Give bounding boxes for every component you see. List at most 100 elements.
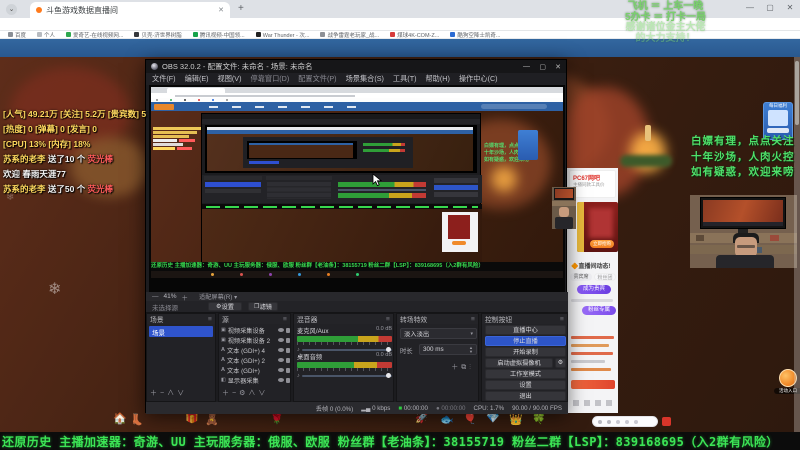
obs-close-icon[interactable]: ✕ — [555, 63, 561, 71]
source-row[interactable]: ◧ 显示器采集 — [221, 375, 290, 385]
zoom-in-icon[interactable]: ＋ — [182, 292, 189, 302]
volume-slider[interactable] — [301, 373, 392, 378]
visibility-icon[interactable] — [278, 378, 284, 382]
source-row[interactable]: ▣ 视频采集设备 — [221, 325, 290, 335]
menu-file[interactable]: 文件(F) — [152, 74, 176, 84]
studio-mode-button[interactable]: 工作室模式 — [485, 369, 566, 379]
lock-icon[interactable] — [286, 367, 290, 373]
start-recording-button[interactable]: 开始录制 — [485, 347, 566, 357]
visibility-icon[interactable] — [278, 348, 284, 352]
bookmark-item[interactable]: War Thunder - 次... — [255, 31, 309, 39]
gift-icon[interactable]: 🎈 — [463, 414, 477, 425]
window-maximize-button[interactable]: ▢ — [762, 3, 778, 12]
transition-toolbar-icons[interactable]: ＋⧉⋮ — [451, 362, 474, 372]
source-row[interactable]: A 文本 (GDI+) 2 — [221, 355, 290, 365]
stop-streaming-button[interactable]: 停止直播 — [485, 336, 566, 346]
lock-icon[interactable] — [286, 357, 290, 363]
visibility-icon[interactable] — [278, 358, 284, 362]
gift-icon[interactable]: 💎 — [486, 413, 500, 424]
transition-select[interactable]: 淡入淡出 ▾ — [400, 328, 477, 339]
obs-minimize-icon[interactable]: — — [523, 63, 530, 70]
browser-tab[interactable]: 斗鱼游戏数据直播间 ✕ — [30, 2, 230, 18]
gift-icon[interactable]: 👢 — [130, 415, 144, 426]
gift-icon[interactable]: 🚀 — [415, 413, 429, 424]
announcement-badge[interactable] — [571, 380, 615, 389]
visibility-icon[interactable] — [278, 328, 284, 332]
fit-screen-dropdown[interactable]: 适配屏幕(R) ▾ — [199, 292, 237, 301]
menu-scene-collection[interactable]: 场景集合(S) — [346, 74, 384, 84]
panel-menu-icon[interactable]: ≡ — [560, 316, 564, 323]
obs-preview[interactable]: 白嫖有理，点点关注 十年沙场，人肉火控 如有疑惑，欢迎来唠 还原历史 主播加速器… — [149, 85, 565, 292]
fan-exclusive-button[interactable]: 粉丝专属 — [582, 306, 616, 315]
visibility-icon[interactable] — [278, 368, 284, 372]
slider-handle[interactable] — [386, 373, 391, 378]
panel-menu-icon[interactable]: ≡ — [283, 316, 287, 323]
sidebar-toolbar-icons[interactable] — [573, 400, 613, 406]
bookmark-item[interactable]: 战争雷霆老玩家_战... — [320, 31, 379, 39]
tab-search-icon[interactable]: ⌄ — [6, 4, 17, 15]
promo-buy-button[interactable]: 立即抢购 — [590, 240, 614, 248]
visibility-icon[interactable] — [278, 338, 284, 342]
panel-menu-icon[interactable]: ≡ — [208, 316, 212, 323]
source-row[interactable]: A 文本 (GDI+) 4 — [221, 345, 290, 355]
scenes-toolbar-icons[interactable]: ＋−∧∨ — [150, 388, 187, 398]
gift-icon[interactable]: 🍀 — [532, 414, 546, 425]
page-scrollbar[interactable] — [794, 57, 800, 432]
bookmark-item[interactable]: 酷狗空降士凯奇... — [450, 31, 500, 39]
gift-icon[interactable]: 🧸 — [205, 415, 219, 426]
new-tab-button[interactable]: + — [238, 3, 244, 14]
scrollbar-thumb[interactable] — [795, 61, 799, 125]
become-vip-button[interactable]: 成为贵宾 — [577, 285, 611, 294]
gift-red-icon[interactable] — [662, 417, 671, 426]
bookmark-item[interactable]: 贝壳-济世界树脂 — [134, 31, 182, 39]
source-row[interactable]: ▣ 视频采集设备 2 — [221, 335, 290, 345]
virtual-camera-button[interactable]: 启动虚拟摄像机 — [485, 358, 553, 368]
virtual-camera-config-icon[interactable]: ⚙ — [555, 358, 566, 368]
menu-live-center[interactable]: 操作中心(C) — [459, 74, 498, 84]
bookmark-item[interactable]: 个人 — [37, 31, 55, 39]
volume-slider[interactable] — [301, 347, 392, 352]
bookmark-item[interactable]: 爱奇艺-在线视频网... — [66, 31, 123, 39]
bookmark-item[interactable]: 百度 — [8, 31, 26, 39]
gift-icon[interactable]: 🏠 — [113, 414, 127, 425]
tab-vip-seat[interactable]: 贵宾席 — [570, 273, 592, 281]
live-center-button[interactable]: 直播中心 — [485, 325, 566, 335]
obs-title-bar[interactable]: OBS 32.0.2 - 配置文件: 未命名 - 场景: 未命名 — ▢ ✕ — [146, 60, 566, 73]
sources-toolbar-icons[interactable]: ＋−⚙∧∨ — [222, 388, 268, 398]
zoom-out-icon[interactable]: — — [152, 293, 159, 300]
menu-profile[interactable]: 配置文件(P) — [298, 74, 336, 84]
player-control-pill[interactable] — [592, 416, 658, 427]
menu-edit[interactable]: 编辑(E) — [185, 74, 209, 84]
lock-icon[interactable] — [286, 377, 290, 383]
source-row[interactable]: A 文本 (GDI+) — [221, 365, 290, 375]
gift-icon[interactable]: 🐟 — [440, 415, 454, 426]
stepper-arrows[interactable]: ▲ ▼ — [469, 345, 473, 354]
tab-close-icon[interactable]: ✕ — [218, 6, 224, 14]
bookmark-item[interactable]: 煤球4K-COM-Z... — [390, 31, 439, 39]
window-close-button[interactable]: ✕ — [782, 3, 798, 12]
properties-button[interactable]: ⚙ 设置 — [208, 302, 242, 311]
lock-icon[interactable] — [286, 327, 290, 333]
bookmark-item[interactable]: 腾讯视频-中国领... — [192, 31, 245, 39]
gift-icon[interactable]: 🌹 — [270, 414, 284, 425]
speaker-icon[interactable]: ♪ — [297, 373, 300, 379]
window-minimize-button[interactable]: — — [742, 3, 758, 12]
menu-docks[interactable]: 停靠窗口(D) — [251, 74, 290, 84]
settings-button[interactable]: 设置 — [485, 380, 566, 390]
obs-maximize-icon[interactable]: ▢ — [539, 63, 546, 71]
lock-icon[interactable] — [286, 337, 290, 343]
lock-icon[interactable] — [286, 347, 290, 353]
panel-menu-icon[interactable]: ≡ — [386, 316, 390, 323]
menu-view[interactable]: 视图(V) — [218, 74, 242, 84]
pc67-ad-card[interactable]: PC67网吧 主播同款工具价 — [569, 170, 616, 198]
exit-button[interactable]: 退出 — [485, 391, 566, 401]
filters-button[interactable]: ❐ 滤镜 — [248, 302, 278, 311]
gift-icon[interactable]: 🎁 — [185, 413, 199, 424]
panel-menu-icon[interactable]: ≡ — [471, 316, 475, 323]
gift-icon[interactable]: 👑 — [509, 415, 523, 426]
menu-tools[interactable]: 工具(T) — [393, 74, 417, 84]
scene-item[interactable]: 场景 — [149, 326, 213, 337]
tab-fan-club[interactable]: 粉丝团 — [594, 273, 616, 281]
menu-help[interactable]: 帮助(H) — [425, 74, 449, 84]
promo-video-card[interactable]: 立即抢购 — [577, 202, 618, 252]
